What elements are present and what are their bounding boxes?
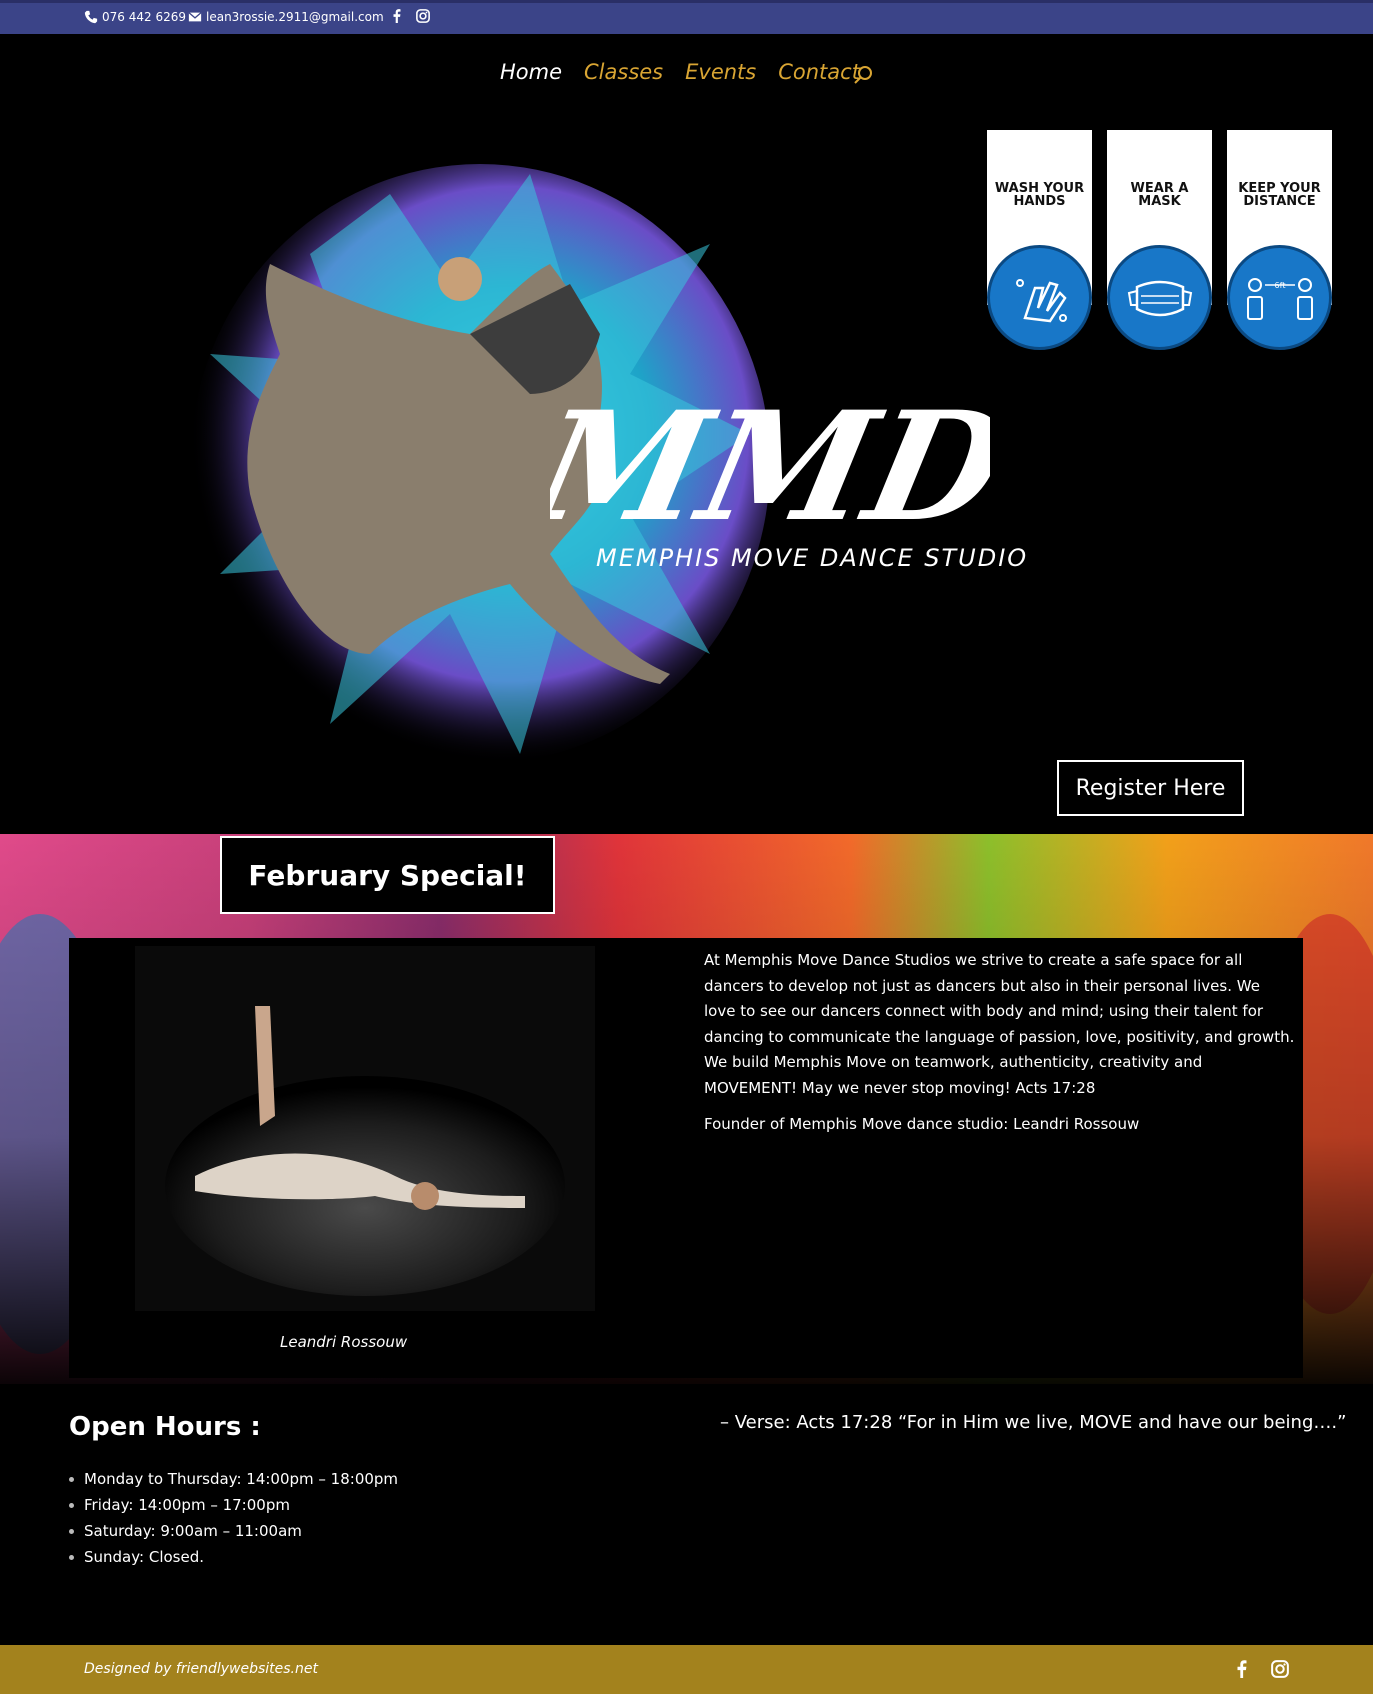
february-special-badge[interactable]: February Special! — [220, 836, 555, 914]
mail-icon — [188, 12, 202, 22]
footer: Designed by friendlywebsites.net — [0, 1645, 1373, 1694]
top-bar: 076 442 6269 lean3rossie.2911@gmail.com — [0, 0, 1373, 34]
svg-text:MMDS: MMDS — [550, 379, 990, 555]
bible-verse: – Verse: Acts 17:28 “For in Him we live,… — [720, 1412, 1347, 1433]
register-button[interactable]: Register Here — [1057, 760, 1244, 816]
nav-home[interactable]: Home — [500, 60, 562, 84]
mask-icon — [1127, 280, 1193, 317]
hours-item: Sunday: Closed. — [69, 1544, 398, 1570]
facebook-icon[interactable] — [1233, 1660, 1251, 1678]
phone-icon — [84, 10, 98, 24]
founder-text: Founder of Memphis Move dance studio: Le… — [704, 1115, 1140, 1133]
hours-item: Saturday: 9:00am – 11:00am — [69, 1518, 398, 1544]
open-hours-title: Open Hours : — [69, 1412, 261, 1442]
email-address: lean3rossie.2911@gmail.com — [206, 10, 384, 24]
search-icon[interactable] — [852, 64, 874, 86]
designer-credit[interactable]: Designed by friendlywebsites.net — [84, 1661, 318, 1677]
nav-contact[interactable]: Contact — [778, 60, 860, 84]
nav-classes[interactable]: Classes — [584, 60, 663, 84]
instagram-icon — [416, 9, 430, 23]
hero-section: MMDS MEMPHIS MOVE DANCE STUDIO WASH YOUR… — [0, 114, 1373, 834]
studio-name: MEMPHIS MOVE DANCE STUDIO — [596, 544, 1029, 572]
main-nav: Home Classes Events Contact — [0, 34, 1373, 114]
covid-tag-distance: KEEP YOUR DISTANCE 6ft — [1227, 130, 1332, 350]
phone-number: 076 442 6269 — [102, 10, 186, 24]
photo-caption: Leandri Rossouw — [280, 1333, 408, 1351]
nav-links: Home Classes Events Contact — [500, 60, 860, 84]
open-hours-list: Monday to Thursday: 14:00pm – 18:00pm Fr… — [69, 1466, 398, 1570]
instagram-link[interactable] — [416, 9, 430, 23]
email-contact[interactable]: lean3rossie.2911@gmail.com — [188, 10, 384, 24]
distance-icon: 6ft — [1247, 278, 1313, 320]
nav-events[interactable]: Events — [685, 60, 756, 84]
about-text: At Memphis Move Dance Studios we strive … — [704, 951, 1295, 1097]
phone-contact[interactable]: 076 442 6269 — [84, 10, 186, 24]
hours-item: Friday: 14:00pm – 17:00pm — [69, 1492, 398, 1518]
facebook-link[interactable] — [390, 9, 404, 23]
instagram-icon[interactable] — [1271, 1660, 1289, 1678]
covid-tag-mask: WEAR A MASK — [1107, 130, 1212, 350]
founder-photo — [135, 946, 595, 1311]
facebook-icon — [393, 9, 401, 23]
hours-item: Monday to Thursday: 14:00pm – 18:00pm — [69, 1466, 398, 1492]
hands-icon — [1016, 279, 1067, 323]
covid-tag-wash: WASH YOUR HANDS — [987, 130, 1092, 350]
svg-text:6ft: 6ft — [1275, 281, 1286, 290]
